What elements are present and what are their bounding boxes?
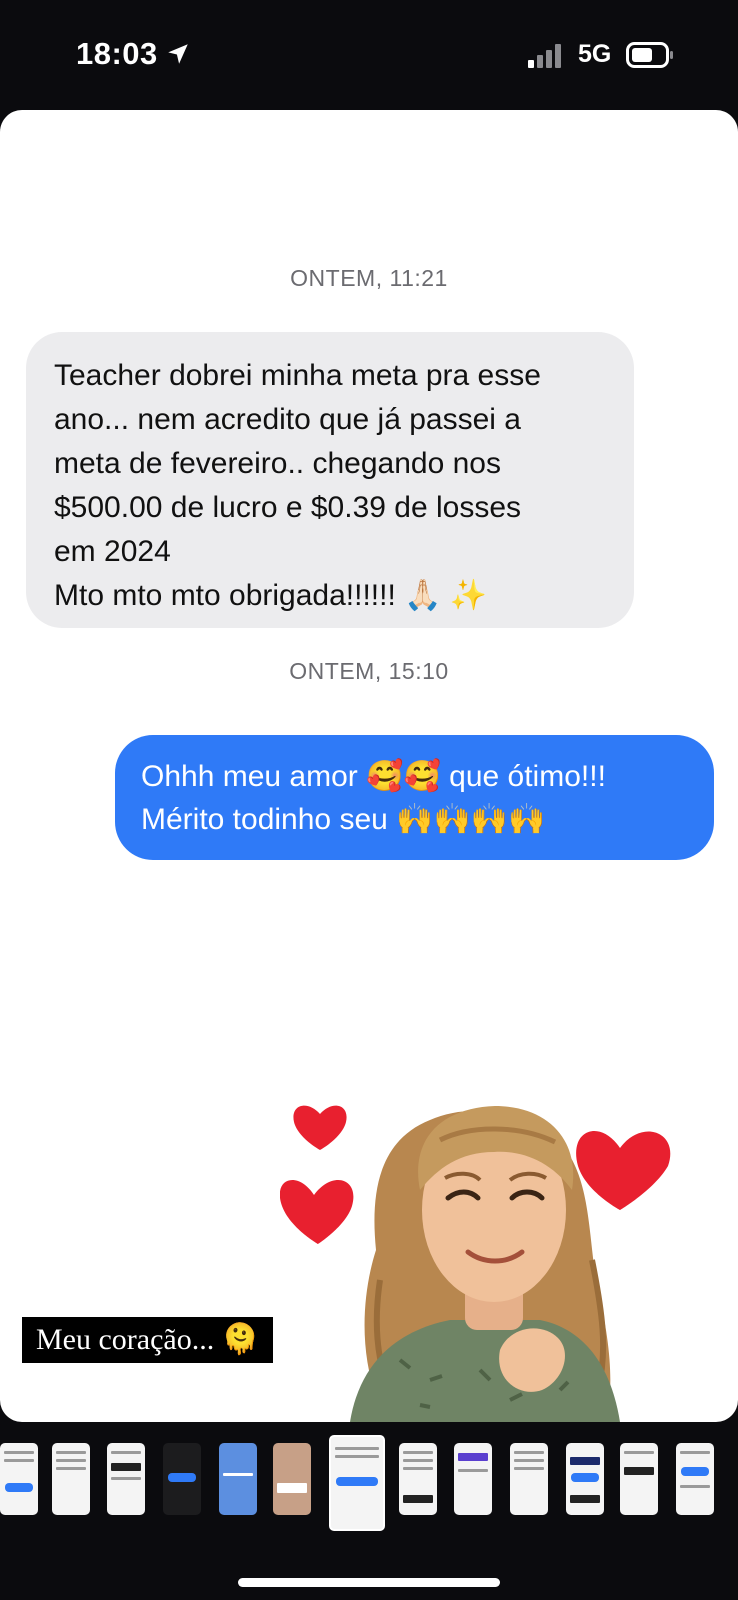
story-thumbnail[interactable]	[219, 1443, 257, 1515]
story-thumbnail[interactable]	[0, 1443, 38, 1515]
timestamp-1: ONTEM, 11:21	[290, 265, 448, 291]
status-time: 18:03	[76, 36, 158, 71]
message-line: em 2024	[54, 535, 171, 568]
story-thumbnail[interactable]	[163, 1443, 201, 1515]
story-thumbnail-strip[interactable]	[0, 1433, 738, 1531]
story-card[interactable]: ONTEM, 11:21 Teacher dobrei minha meta p…	[0, 110, 738, 1422]
home-indicator[interactable]	[238, 1578, 500, 1587]
incoming-message-bubble: Teacher dobrei minha meta pra esse ano..…	[26, 332, 634, 628]
heart-icon	[280, 1180, 354, 1244]
story-caption[interactable]: Meu coração... 🫠	[22, 1317, 274, 1363]
message-line: meta de fevereiro.. chegando nos	[54, 447, 501, 480]
story-thumbnail[interactable]	[454, 1443, 492, 1515]
message-line: $500.00 de lucro e $0.39 de losses	[54, 491, 522, 524]
message-line: Ohhh meu amor 🥰🥰 que ótimo!!!	[141, 760, 606, 793]
story-thumbnail[interactable]	[273, 1443, 311, 1515]
timestamp-2: ONTEM, 15:10	[289, 658, 449, 684]
avatar-hearts-sticker[interactable]	[280, 1030, 710, 1422]
story-thumbnail-active[interactable]	[329, 1435, 385, 1531]
battery-icon	[626, 42, 673, 68]
location-arrow-icon	[168, 44, 188, 64]
signal-strength-icon	[528, 44, 566, 68]
story-thumbnail[interactable]	[510, 1443, 548, 1515]
message-line: Teacher dobrei minha meta pra esse	[54, 359, 541, 392]
message-line: ano... nem acredito que já passei a	[54, 403, 521, 436]
heart-icon	[576, 1130, 671, 1210]
story-thumbnail[interactable]	[676, 1443, 714, 1515]
message-line: Mto mto mto obrigada!!!!!! 🙏🏻 ✨	[54, 579, 488, 612]
heart-icon	[293, 1105, 347, 1150]
network-type: 5G	[578, 40, 612, 68]
outgoing-message-bubble: Ohhh meu amor 🥰🥰 que ótimo!!! Mérito tod…	[115, 735, 714, 860]
story-thumbnail[interactable]	[107, 1443, 145, 1515]
story-thumbnail[interactable]	[566, 1443, 604, 1515]
story-thumbnail[interactable]	[399, 1443, 437, 1515]
status-bar: 18:03 5G	[0, 0, 738, 110]
story-thumbnail[interactable]	[52, 1443, 90, 1515]
message-line: Mérito todinho seu 🙌🙌🙌🙌	[141, 803, 546, 836]
story-thumbnail[interactable]	[620, 1443, 658, 1515]
